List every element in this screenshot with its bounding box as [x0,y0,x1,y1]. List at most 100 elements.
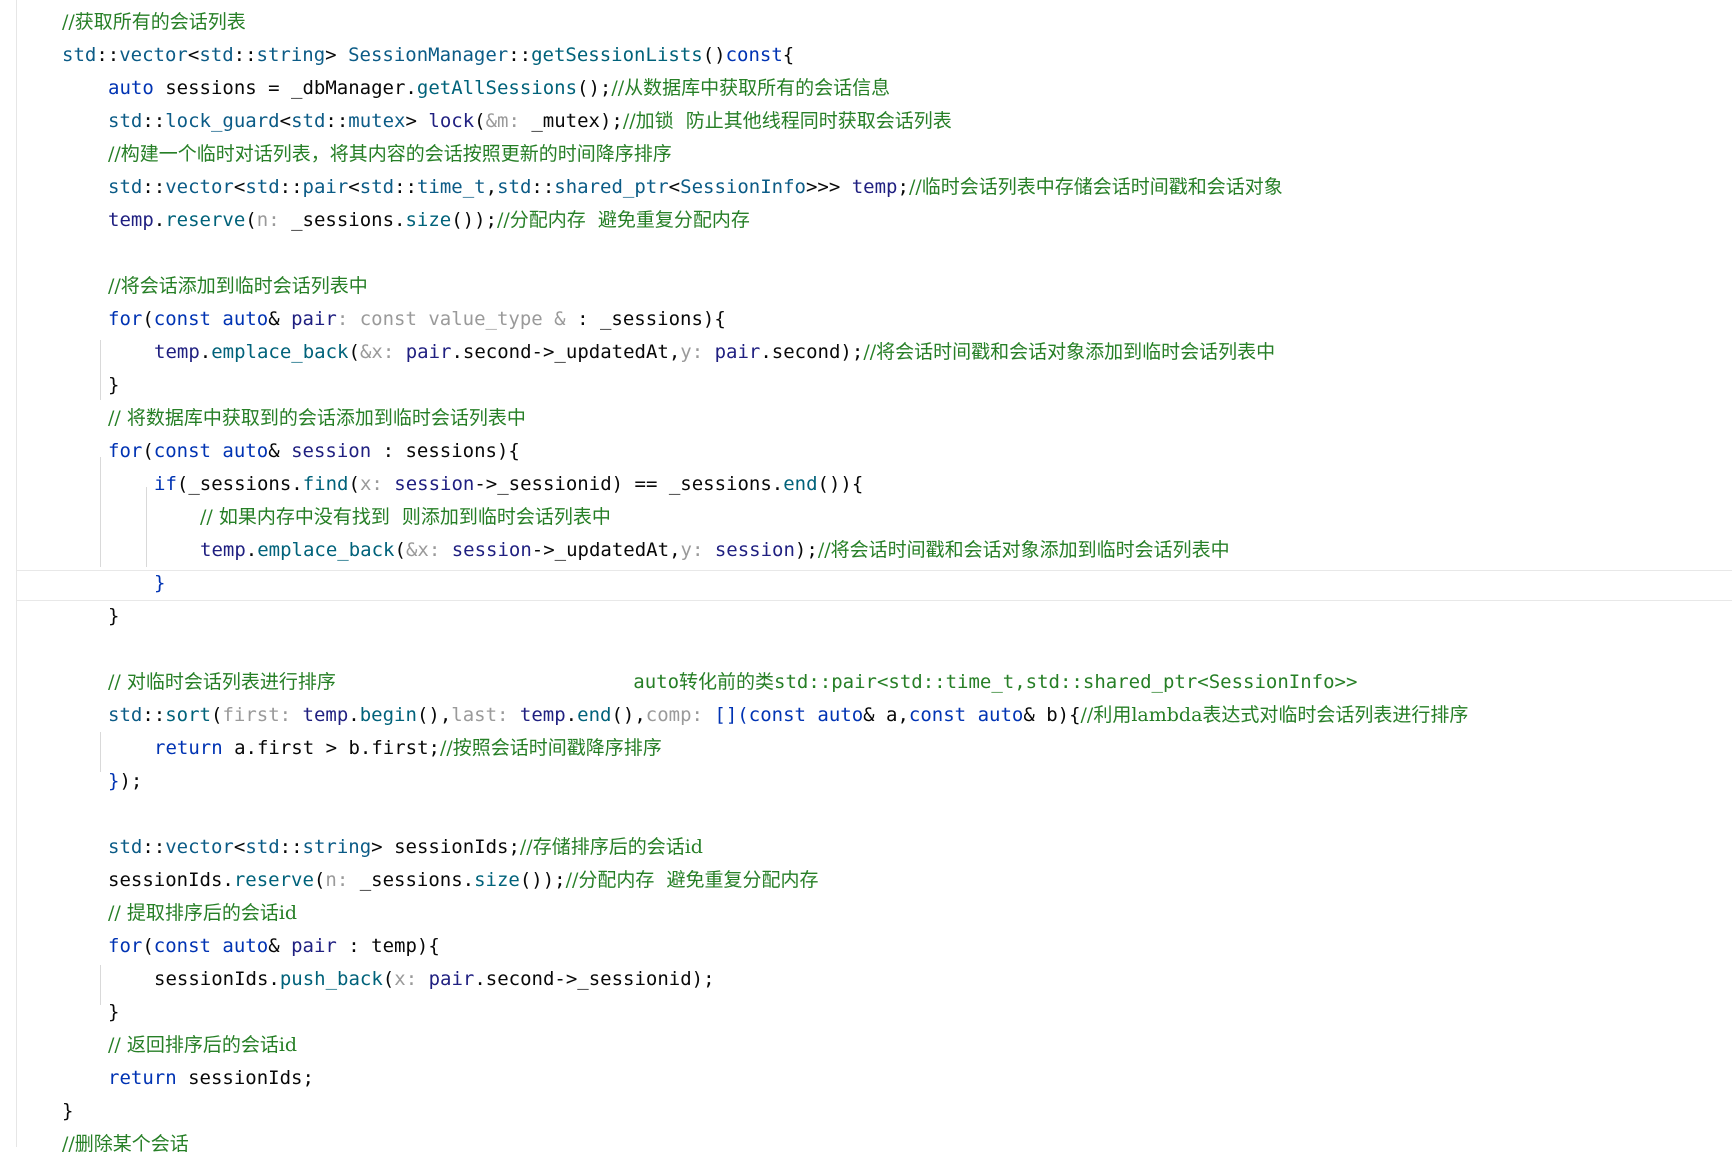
code-token: :: [508,44,532,66]
code-line[interactable]: // 返回排序后的会话id [108,1029,297,1062]
code-line[interactable]: temp.emplace_back(&x: pair.second->_upda… [154,336,1275,369]
code-line[interactable]: for(const auto& pair : temp){ [108,930,440,963]
code-token: } [108,770,120,792]
code-token: auto [817,704,864,726]
code-line[interactable]: std::vector<std::string> sessionIds;//存储… [108,831,703,864]
code-line[interactable]: //获取所有的会话列表 [62,6,246,39]
code-token: :: [279,176,303,198]
code-line[interactable]: temp.emplace_back(&x: session->_updatedA… [200,534,1230,567]
code-token: _sessions. [359,869,475,891]
code-line[interactable]: sessionIds.reserve(n: _sessions.size());… [108,864,819,897]
code-line[interactable]: } [108,996,119,1029]
code-line[interactable]: } [154,567,165,600]
code-token: y: [680,341,715,363]
code-line[interactable]: std::sort(first: temp.begin(),last: temp… [108,699,1468,732]
code-token: //利用lambda表达式对临时会话列表进行排序 [1080,704,1469,726]
code-token: end [577,704,612,726]
indent-guide [146,487,147,567]
code-line[interactable]: }); [108,765,142,798]
code-line[interactable]: //将会话添加到临时会话列表中 [108,270,368,303]
code-token: std [108,704,143,726]
code-token: :: [142,176,166,198]
code-token: .second->_updatedAt, [451,341,681,363]
code-token: //获取所有的会话列表 [62,11,246,33]
code-token: std [245,836,280,858]
code-line[interactable]: for(const auto& pair: const value_type &… [108,303,726,336]
code-line[interactable]: temp.reserve(n: _sessions.size());//分配内存… [108,204,750,237]
code-line[interactable]: return sessionIds; [108,1062,314,1095]
code-line[interactable]: //删除某个会话 [62,1128,189,1161]
code-token: session [451,539,532,561]
code-line[interactable]: } [62,1095,73,1128]
code-token: string [256,44,326,66]
code-token: > [371,836,395,858]
code-token: last: [451,704,520,726]
code-token: (), [611,704,646,726]
code-token: > [325,44,349,66]
code-token: temp [200,539,246,561]
code-line[interactable]: sessionIds.push_back(x: pair.second->_se… [154,963,715,996]
code-line[interactable]: // 对临时会话列表进行排序 auto转化前的类std::pair<std::t… [108,666,1357,699]
code-token: const [725,44,783,66]
code-line[interactable]: if(_sessions.find(x: session->_sessionid… [154,468,863,501]
code-token: _sessions. [291,209,406,231]
code-token: sessionIds. [108,869,234,891]
code-token: >>> [805,176,852,198]
code-token: size [405,209,452,231]
code-token: pair [714,341,761,363]
code-line[interactable]: // 如果内存中没有找到 则添加到临时会话列表中 [200,501,611,534]
code-token: []( [714,704,749,726]
code-token: :: [142,836,166,858]
code-token: . [153,209,166,231]
code-token: ; [897,176,909,198]
code-token: < [348,176,360,198]
code-line[interactable]: //构建一个临时对话列表，将其内容的会话按照更新的时间降序排序 [108,138,672,171]
code-token: : temp){ [336,935,440,957]
code-token: { [782,44,795,66]
code-line[interactable]: } [108,369,119,402]
code-line[interactable]: auto sessions = _dbManager.getAllSession… [108,72,890,105]
code-line[interactable]: std::lock_guard<std::mutex> lock(&m: _mu… [108,105,952,138]
code-token: auto [222,440,269,462]
code-token: //从数据库中获取所有的会话信息 [611,77,891,99]
code-token: vector [119,44,188,66]
code-token: begin [359,704,417,726]
code-token: //将会话时间戳和会话对象添加到临时会话列表中 [817,539,1230,561]
code-token: return [154,737,223,759]
code-editor[interactable]: //获取所有的会话列表std::vector<std::string> Sess… [0,0,1732,1155]
code-token: & [268,935,292,957]
code-token: getSessionLists [531,44,703,66]
code-token: auto转化前的类std::pair<std::time_t,std::shar… [633,671,1358,693]
code-token: string [302,836,372,858]
code-token: x: [394,968,429,990]
code-token: ( [313,869,326,891]
code-token: &m: [485,110,532,132]
code-token: std [291,110,326,132]
code-token: sessionIds; [176,1067,314,1089]
code-token: std [108,836,143,858]
code-token: & [268,308,292,330]
code-token: end [783,473,818,495]
indent-guide [100,732,101,772]
code-line[interactable]: // 提取排序后的会话id [108,897,297,930]
code-token: shared_ptr [554,176,669,198]
code-token: :: [279,836,303,858]
code-line[interactable]: for(const auto& session : sessions){ [108,435,520,468]
code-line[interactable]: std::vector<std::pair<std::time_t,std::s… [108,171,1283,204]
code-token: getAllSessions [416,77,578,99]
code-line[interactable]: return a.first > b.first;//按照会话时间戳降序排序 [154,732,662,765]
code-token: .second->_sessionid); [474,968,715,990]
code-token: pair [291,935,337,957]
code-token: //构建一个临时对话列表，将其内容的会话按照更新的时间降序排序 [108,143,672,165]
code-line[interactable]: std::vector<std::string> SessionManager:… [62,39,794,72]
code-token: reserve [165,209,246,231]
code-token: pair [428,968,475,990]
code-token: temp [108,209,154,231]
code-line[interactable]: // 将数据库中获取到的会话添加到临时会话列表中 [108,402,526,435]
code-token: ()){ [817,473,864,495]
code-line[interactable]: } [108,600,119,633]
code-token: //按照会话时间戳降序排序 [439,737,662,759]
code-token: ( [348,341,360,363]
code-token: sessionIds; [394,836,520,858]
